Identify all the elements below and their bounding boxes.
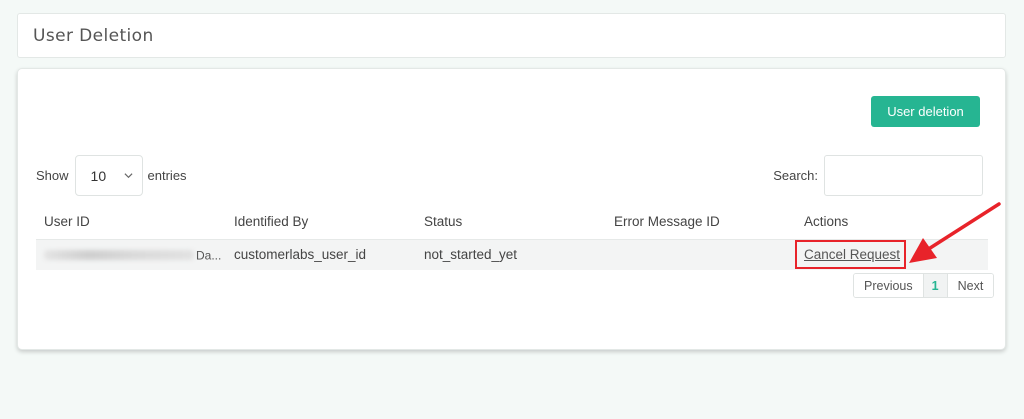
user-deletion-button[interactable]: User deletion <box>871 96 980 127</box>
redacted-user-id <box>44 250 194 261</box>
entries-select-value: 10 <box>90 167 107 184</box>
column-header-user-id[interactable]: User ID <box>36 205 226 240</box>
page-header: User Deletion <box>17 13 1006 58</box>
status-cell: not_started_yet <box>416 239 606 270</box>
previous-page-button[interactable]: Previous <box>854 274 924 297</box>
entries-select[interactable]: 10 <box>74 155 143 196</box>
table-header-row: User ID Identified By Status Error Messa… <box>36 205 988 240</box>
column-header-identified-by[interactable]: Identified By <box>226 205 416 240</box>
search-label: Search: <box>773 168 818 183</box>
table-row: Da... customerlabs_user_id not_started_y… <box>36 239 988 270</box>
search-input[interactable] <box>824 155 983 196</box>
identified-by-cell: customerlabs_user_id <box>226 239 416 270</box>
cancel-request-link[interactable]: Cancel Request <box>804 247 900 262</box>
main-card: User deletion Show 10 entries Search: Us… <box>17 68 1006 350</box>
user-id-cell: Da... <box>36 239 226 270</box>
entries-length-control: Show 10 entries <box>36 155 187 196</box>
entries-label: entries <box>147 168 187 183</box>
column-header-error-message-id[interactable]: Error Message ID <box>606 205 796 240</box>
show-label: Show <box>36 168 69 183</box>
column-header-actions: Actions <box>796 205 988 240</box>
chevron-down-icon <box>124 173 133 179</box>
search-control: Search: <box>773 155 983 196</box>
actions-cell: Cancel Request <box>796 239 988 270</box>
user-id-text: Da... <box>196 248 222 263</box>
page-title: User Deletion <box>33 25 154 46</box>
column-header-status[interactable]: Status <box>416 205 606 240</box>
error-message-id-cell <box>606 239 796 270</box>
user-deletion-table: User ID Identified By Status Error Messa… <box>36 205 988 270</box>
page-1-button[interactable]: 1 <box>923 274 948 297</box>
pagination: Previous 1 Next <box>853 273 995 298</box>
next-page-button[interactable]: Next <box>947 274 994 297</box>
